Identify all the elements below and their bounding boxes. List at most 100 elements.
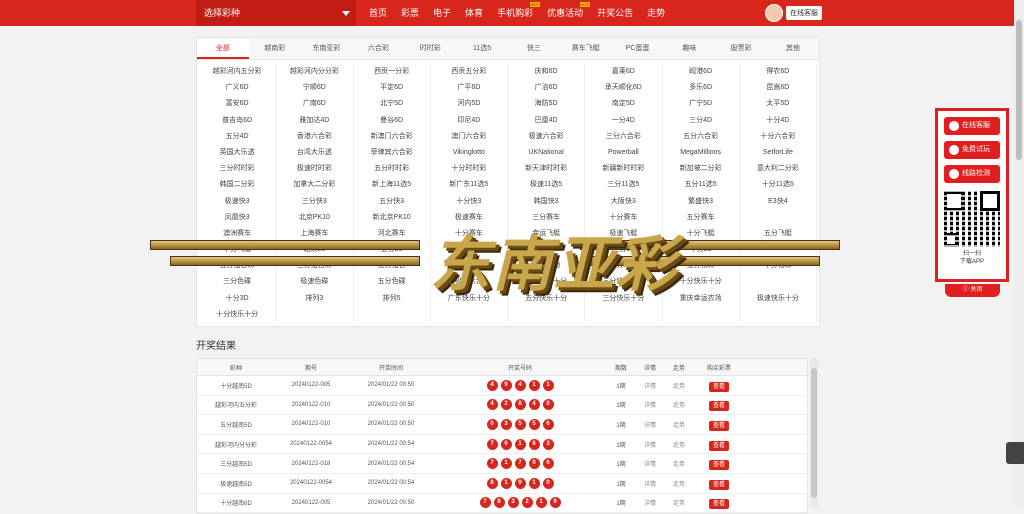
lottery-item[interactable]: 广平6D (431, 80, 508, 97)
lottery-tab[interactable]: 股票彩 (715, 38, 767, 59)
lottery-item[interactable]: 太平5D (740, 96, 817, 113)
nav-item[interactable]: 手机购彩 HOT (490, 0, 541, 26)
lottery-item[interactable]: 十分4D (740, 112, 817, 129)
lottery-item[interactable]: 岘港6D (663, 64, 740, 81)
detail-link[interactable]: 详情 (637, 440, 663, 449)
side-button[interactable]: 线路检测 (944, 165, 1000, 183)
lottery-item[interactable]: 五分时时彩 (354, 161, 431, 178)
lottery-item[interactable]: 新广东11选5 (431, 177, 508, 194)
lottery-item[interactable]: 五分4D (199, 128, 277, 145)
lottery-item[interactable]: 极速六合彩 (508, 128, 586, 145)
detail-link[interactable]: 详情 (637, 479, 663, 488)
lottery-item[interactable]: 加拿大二分彩 (276, 177, 354, 194)
side-button[interactable]: 在线客服 (944, 117, 1000, 135)
lottery-item[interactable]: 十分六合彩 (740, 128, 817, 145)
nav-item[interactable]: 优惠活动 HOT (540, 0, 591, 26)
trend-link[interactable]: 走势 (663, 381, 695, 390)
lottery-item[interactable]: 五分11选5 (663, 177, 740, 194)
nav-item[interactable]: 体育 (458, 0, 490, 26)
scroll-thumb[interactable] (811, 368, 817, 498)
lottery-tab[interactable]: 六合彩 (352, 38, 404, 59)
lottery-item[interactable]: 庆和6D (508, 64, 586, 81)
lottery-item[interactable]: 巴厘4D (508, 112, 586, 129)
results-scrollbar[interactable] (810, 358, 818, 508)
view-button[interactable]: 查看 (708, 401, 729, 412)
lottery-item[interactable]: 新加坡二分彩 (663, 161, 740, 178)
view-button[interactable]: 查看 (708, 381, 729, 392)
customer-service-link[interactable]: 在线客服 (786, 6, 822, 20)
lottery-item[interactable]: 昆嵩6D (740, 80, 817, 97)
user-area[interactable]: 在线客服 (765, 4, 822, 22)
lottery-item[interactable]: 宁顺6D (276, 80, 354, 97)
lottery-selector[interactable]: 选择彩种 (196, 0, 356, 26)
trend-link[interactable]: 走势 (663, 479, 695, 488)
lottery-item[interactable]: 广宁5D (663, 96, 740, 113)
view-button[interactable]: 查看 (708, 479, 729, 490)
lottery-item[interactable]: 南定5D (585, 96, 663, 113)
lottery-tab[interactable]: 赛车飞艇 (560, 38, 612, 59)
lottery-item[interactable]: 海防5D (508, 96, 586, 113)
lottery-item[interactable]: 新澳门六合彩 (354, 128, 431, 145)
lottery-item[interactable]: 河内5D (431, 96, 508, 113)
lottery-item[interactable]: 三分11选5 (585, 177, 663, 194)
lottery-item[interactable]: 三分时时彩 (199, 161, 277, 178)
page-scroll-thumb[interactable] (1016, 20, 1022, 160)
trend-link[interactable]: 走势 (663, 420, 695, 429)
lottery-item[interactable]: 北宁5D (354, 96, 431, 113)
lottery-item[interactable]: 平定6D (354, 80, 431, 97)
lottery-item[interactable]: 十分快乐十分 (199, 306, 277, 323)
lottery-item[interactable]: SetforLife (740, 144, 817, 162)
lottery-item[interactable]: 承天顺化6D (585, 80, 663, 97)
lottery-tab[interactable]: 全部 (197, 38, 249, 59)
lottery-item[interactable]: 西贡五分彩 (431, 64, 508, 81)
lottery-item[interactable]: 台湾大乐透 (276, 144, 354, 162)
lottery-item[interactable]: 极速11选5 (508, 177, 586, 194)
lottery-item[interactable]: 富安6D (199, 96, 277, 113)
lottery-item[interactable]: 极速时时彩 (276, 161, 354, 178)
nav-item[interactable]: 走势 (640, 0, 672, 26)
detail-link[interactable]: 详情 (637, 420, 663, 429)
side-button[interactable]: 免费试玩 (944, 141, 1000, 159)
lottery-item[interactable]: 菲律宾六合彩 (354, 144, 431, 162)
lottery-item[interactable]: MegaMillions (663, 144, 740, 162)
nav-item[interactable]: 彩票 (394, 0, 426, 26)
nav-item[interactable]: 电子 (426, 0, 458, 26)
detail-link[interactable]: 详情 (637, 498, 663, 507)
page-scrollbar[interactable] (1014, 0, 1024, 508)
lottery-item[interactable]: 印尼4D (431, 112, 508, 129)
lottery-tab[interactable]: 趣味 (663, 38, 715, 59)
lottery-item[interactable]: 广治6D (508, 80, 586, 97)
lottery-tab[interactable]: 11选5 (456, 38, 508, 59)
lottery-item[interactable]: 越彩河内五分彩 (199, 64, 277, 81)
lottery-tab[interactable]: 其他 (767, 38, 819, 59)
lottery-item[interactable]: 广南6D (276, 96, 354, 113)
lottery-item[interactable]: 英国大乐透 (199, 144, 277, 162)
lottery-tab[interactable]: 时时彩 (404, 38, 456, 59)
lottery-item[interactable]: 意大利二分彩 (740, 161, 817, 178)
lottery-tab[interactable]: PC蛋蛋 (612, 38, 664, 59)
lottery-item[interactable]: 多乐6D (663, 80, 740, 97)
detail-link[interactable]: 详情 (637, 381, 663, 390)
lottery-item[interactable]: UKNational (508, 144, 586, 162)
lottery-item[interactable]: 得农6D (740, 64, 817, 81)
trend-link[interactable]: 走势 (663, 440, 695, 449)
detail-link[interactable]: 详情 (637, 400, 663, 409)
lottery-item[interactable]: 澳门六合彩 (431, 128, 508, 145)
lottery-item[interactable]: 香港六合彩 (276, 128, 354, 145)
lottery-item[interactable]: 越彩河内分分彩 (276, 64, 354, 81)
lottery-item[interactable]: 西贡一分彩 (354, 64, 431, 81)
lottery-item[interactable]: 三分4D (663, 112, 740, 129)
lottery-item[interactable]: 十分11选5 (740, 177, 817, 194)
view-button[interactable]: 查看 (708, 420, 729, 431)
lottery-tab[interactable]: 东南亚彩 (301, 38, 353, 59)
view-button[interactable]: 查看 (708, 440, 729, 451)
lottery-item[interactable]: 雅加达4D (276, 112, 354, 129)
lottery-item[interactable]: 一分4D (585, 112, 663, 129)
lottery-item[interactable]: 十分时时彩 (431, 161, 508, 178)
trend-link[interactable]: 走势 (663, 400, 695, 409)
lottery-item[interactable]: 普吉岛6D (199, 112, 277, 129)
lottery-item[interactable]: 三分六合彩 (585, 128, 663, 145)
trend-link[interactable]: 走势 (663, 498, 695, 507)
close-side-button[interactable]: ⓧ 关闭 (945, 284, 1000, 297)
detail-link[interactable]: 详情 (637, 459, 663, 468)
